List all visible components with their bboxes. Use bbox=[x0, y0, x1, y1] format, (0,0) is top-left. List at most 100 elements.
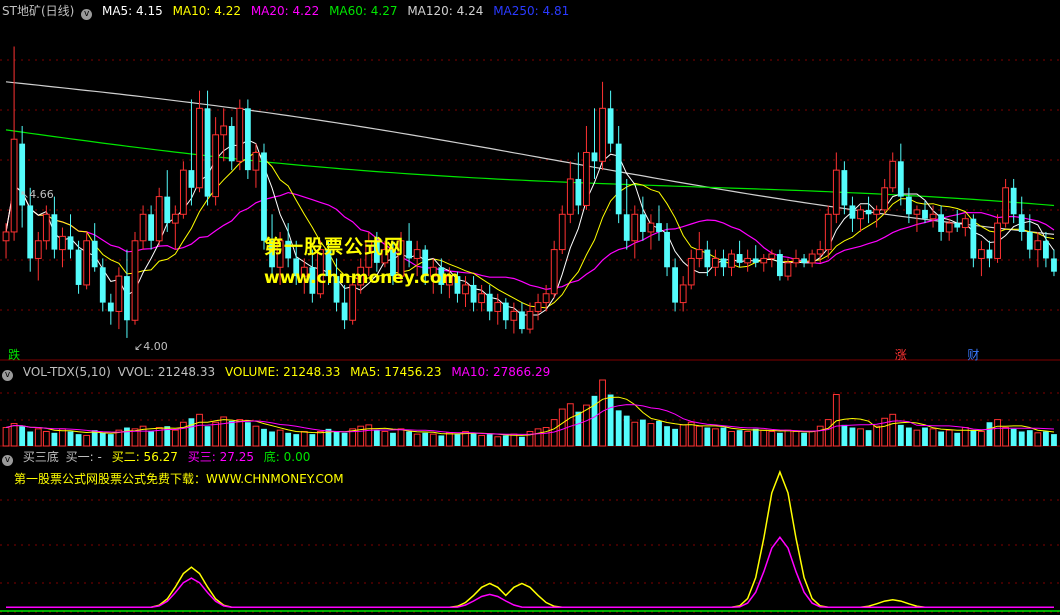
candle-body bbox=[502, 302, 509, 321]
candle-body bbox=[67, 236, 74, 250]
event-tag: 涨 bbox=[894, 348, 907, 362]
candle-body bbox=[672, 267, 679, 303]
candle-body bbox=[188, 170, 195, 188]
volume-bar bbox=[808, 430, 816, 447]
candle-body bbox=[695, 249, 703, 259]
candle-body bbox=[34, 240, 42, 259]
volume-bar bbox=[712, 428, 719, 447]
volume-bar bbox=[647, 423, 655, 447]
event-tag: 跌 bbox=[8, 348, 21, 362]
candle-body bbox=[599, 107, 606, 162]
candle-body bbox=[768, 253, 776, 259]
candle-body bbox=[639, 214, 646, 232]
candle-body bbox=[929, 213, 937, 220]
candle-body bbox=[1034, 240, 1042, 251]
chevron-down-icon[interactable]: v bbox=[2, 455, 13, 466]
volume-bar bbox=[438, 435, 445, 446]
volume-bar bbox=[228, 420, 235, 446]
ma250-label: MA250: 4.81 bbox=[493, 4, 570, 18]
volume-bar bbox=[631, 421, 639, 447]
chevron-down-icon[interactable]: v bbox=[2, 370, 13, 381]
volume-label: VOLUME: 21248.33 bbox=[224, 365, 341, 379]
watermark-url: www.chnmoney.com bbox=[264, 268, 460, 288]
volume-bar bbox=[381, 430, 389, 447]
ma60-label: MA60: 4.27 bbox=[329, 4, 398, 18]
chevron-down-icon[interactable]: v bbox=[81, 9, 93, 20]
candle-body bbox=[865, 209, 872, 215]
volume-bar bbox=[905, 427, 912, 446]
volume-bar bbox=[124, 427, 130, 446]
candle-body bbox=[784, 262, 792, 277]
candle-body bbox=[534, 302, 542, 312]
candle-body bbox=[2, 231, 10, 242]
candle-body bbox=[873, 209, 881, 215]
volume-bar bbox=[849, 427, 856, 446]
candle-body bbox=[631, 213, 639, 242]
ma120-label: MA120: 4.24 bbox=[407, 4, 484, 18]
event-tag: 财 bbox=[967, 348, 980, 362]
volume-bar bbox=[309, 434, 316, 446]
volume-bar bbox=[687, 421, 695, 447]
volume-bar bbox=[261, 428, 267, 446]
candle-body bbox=[171, 213, 179, 224]
volume-bar bbox=[276, 429, 284, 447]
candle-body bbox=[558, 213, 566, 251]
candle-body bbox=[760, 257, 768, 264]
volume-bar bbox=[341, 432, 348, 446]
volume-bar bbox=[857, 428, 864, 447]
candle-body bbox=[252, 151, 260, 171]
candle-body bbox=[954, 223, 961, 228]
volume-bar bbox=[704, 427, 711, 446]
volume-bar bbox=[67, 431, 74, 446]
volume-bar bbox=[1018, 431, 1025, 446]
candle-body bbox=[978, 249, 985, 259]
volume-bar bbox=[994, 419, 1001, 447]
candle-body bbox=[575, 178, 582, 206]
volume-bar bbox=[333, 431, 340, 446]
candle-body bbox=[42, 213, 50, 242]
indicator-header: v 买三底 买一: - 买二: 56.27 买三: 27.25 底: 0.00 bbox=[2, 449, 316, 466]
candle-body bbox=[736, 254, 743, 263]
volume-bar bbox=[99, 432, 106, 446]
candle-body bbox=[462, 284, 469, 295]
candle-body bbox=[752, 258, 759, 263]
candle-body bbox=[51, 214, 58, 250]
candle-body bbox=[1002, 187, 1010, 224]
buy3-line bbox=[6, 536, 1054, 608]
volume-bar bbox=[390, 432, 396, 446]
bottom-label: 底: 0.00 bbox=[263, 450, 311, 464]
indicator-title[interactable]: 买三底 bbox=[23, 450, 59, 464]
candle-body bbox=[656, 223, 662, 232]
volume-bar bbox=[945, 429, 953, 447]
candle-body bbox=[704, 249, 711, 268]
candle-body bbox=[99, 267, 106, 303]
volume-bar bbox=[889, 413, 897, 447]
volume-bar bbox=[454, 434, 461, 446]
volume-bar bbox=[1002, 427, 1010, 447]
volume-bar bbox=[83, 434, 91, 447]
candle-body bbox=[413, 249, 421, 259]
volume-bar bbox=[2, 427, 10, 447]
volume-bar bbox=[784, 429, 792, 447]
volume-bar bbox=[558, 408, 566, 447]
volume-bar bbox=[841, 424, 848, 446]
stock-title[interactable]: ST地矿(日线) bbox=[2, 4, 74, 18]
volume-bar bbox=[792, 430, 800, 447]
candle-body bbox=[236, 107, 244, 162]
candle-body bbox=[83, 240, 91, 286]
buy1-label: 买一: - bbox=[65, 450, 102, 464]
volume-bar bbox=[204, 426, 211, 446]
volume-bar bbox=[75, 434, 82, 446]
low-price-annotation: ↙4.00 bbox=[134, 340, 168, 353]
candle-body bbox=[792, 257, 800, 264]
candle-body bbox=[712, 257, 719, 268]
volume-header: v VOL-TDX(5,10) VVOL: 21248.33 VOLUME: 2… bbox=[2, 364, 556, 381]
volume-bar bbox=[10, 423, 18, 447]
volume-bar bbox=[51, 432, 58, 446]
vol-ma5-label: MA5: 17456.23 bbox=[350, 365, 442, 379]
volume-title[interactable]: VOL-TDX(5,10) bbox=[23, 365, 111, 379]
candle-body bbox=[913, 209, 921, 215]
watermark-title: 第一股票公式网 bbox=[264, 236, 405, 258]
volume-bar bbox=[188, 418, 195, 446]
volume-bar bbox=[566, 403, 574, 447]
